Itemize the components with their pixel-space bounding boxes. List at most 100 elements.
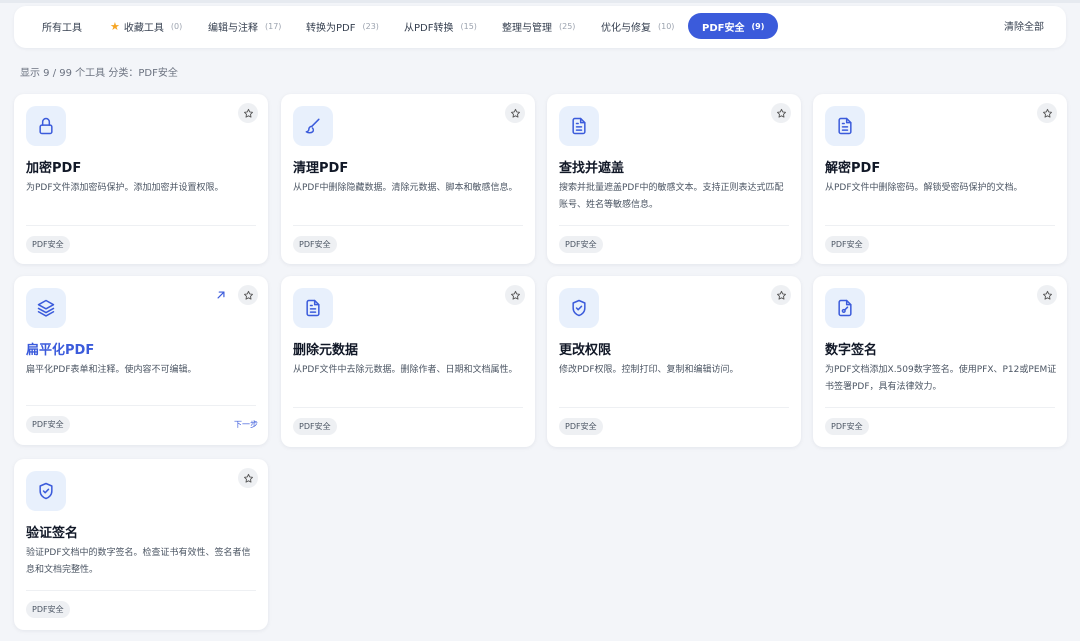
filter-count: (0) [170,21,183,31]
tool-description: 为PDF文件添加密码保护。添加加密并设置权限。 [26,183,224,193]
tool-card-remove-metadata[interactable]: 删除元数据 从PDF文件中去除元数据。删除作者、日期和文档属性。 PDF安全 [281,276,535,447]
filter-convert-to-pdf[interactable]: 转换为PDF (23) [292,13,393,39]
card-divider [26,225,256,226]
filter-count: (17) [265,21,282,31]
card-divider [825,225,1055,226]
tool-title: 数字签名 [825,343,878,358]
category-tag: PDF安全 [293,236,337,253]
tool-card-flatten-pdf[interactable]: 扁平化PDF 扁平化PDF表单和注释。使内容不可编辑。 PDF安全 下一步 [14,276,268,445]
filter-label: 所有工具 [42,22,82,34]
star-icon [776,290,786,300]
clear-all-button[interactable]: 清除全部 [1004,18,1044,33]
tool-card-sanitize-pdf[interactable]: 清理PDF 从PDF中删除隐藏数据。清除元数据、脚本和敏感信息。 PDF安全 [281,94,535,264]
next-step-link[interactable]: 下一步 [234,416,258,433]
results-summary: 显示 9 / 99 个工具 分类：PDF安全 [20,68,178,79]
arrow-up-right-icon[interactable] [214,288,228,302]
document-icon [825,106,865,146]
favorite-star-button[interactable] [771,285,791,305]
filter-label: 优化与修复 [601,22,651,34]
tool-title: 验证签名 [26,526,79,541]
tool-description: 修改PDF权限。控制打印、复制和编辑访问。 [559,365,739,375]
star-filled-icon: ★ [110,19,120,33]
brush-icon [293,106,333,146]
category-tag: PDF安全 [825,236,869,253]
shield-check-icon [559,288,599,328]
tool-title: 查找并遮盖 [559,161,625,176]
category-filter-bar: 所有工具 ★ 收藏工具 (0) 编辑与注释 (17) 转换为PDF (23) 从… [14,6,1066,48]
category-tag: PDF安全 [293,418,337,435]
tool-description: 从PDF文件中删除密码。解锁受密码保护的文档。 [825,183,1023,193]
filter-count: (23) [362,21,379,31]
star-icon [1042,290,1052,300]
tool-description: 扁平化PDF表单和注释。使内容不可编辑。 [26,365,197,375]
tool-title: 扁平化PDF [26,343,95,358]
category-tag: PDF安全 [559,236,603,253]
filter-convert-from-pdf[interactable]: 从PDF转换 (15) [390,13,491,39]
filter-count: (15) [460,21,477,31]
tool-card-verify-signature[interactable]: 验证签名 验证PDF文档中的数字签名。检查证书有效性、签名者信息和文档完整性。 … [14,459,268,630]
category-tag: PDF安全 [26,236,70,253]
favorite-star-button[interactable] [505,103,525,123]
top-border [0,0,1080,3]
filter-all-tools[interactable]: 所有工具 [28,13,96,39]
star-icon [510,108,520,118]
filter-label: 编辑与注释 [208,22,258,34]
card-divider [26,405,256,406]
lock-icon [26,106,66,146]
filter-count: (25) [559,21,576,31]
tool-card-digital-signature[interactable]: 数字签名 为PDF文档添加X.509数字签名。使用PFX、P12或PEM证书签署… [813,276,1067,447]
favorite-star-button[interactable] [505,285,525,305]
star-icon [243,473,253,483]
favorite-star-button[interactable] [238,468,258,488]
category-tag: PDF安全 [559,418,603,435]
favorite-star-button[interactable] [238,285,258,305]
favorite-star-button[interactable] [1037,285,1057,305]
star-icon [243,108,253,118]
filter-count: (10) [658,21,675,31]
tool-description: 从PDF中删除隐藏数据。清除元数据、脚本和敏感信息。 [293,183,518,193]
favorite-star-button[interactable] [238,103,258,123]
signature-file-icon [825,288,865,328]
card-divider [559,225,789,226]
tool-description: 为PDF文档添加X.509数字签名。使用PFX、P12或PEM证书签署PDF，具… [825,365,1057,392]
tool-description: 验证PDF文档中的数字签名。检查证书有效性、签名者信息和文档完整性。 [26,548,251,575]
star-icon [243,290,253,300]
card-divider [559,407,789,408]
filter-organize-manage[interactable]: 整理与管理 (25) [488,13,589,39]
filter-favorites[interactable]: ★ 收藏工具 (0) [96,13,196,39]
filter-label: 转换为PDF [306,22,356,34]
tool-description: 搜索并批量遮盖PDF中的敏感文本。支持正则表达式匹配账号、姓名等敏感信息。 [559,183,784,210]
card-divider [26,590,256,591]
tool-card-find-redact[interactable]: 查找并遮盖 搜索并批量遮盖PDF中的敏感文本。支持正则表达式匹配账号、姓名等敏感… [547,94,801,264]
tool-description: 从PDF文件中去除元数据。删除作者、日期和文档属性。 [293,365,518,375]
filter-pdf-security[interactable]: PDF安全 (9) [688,13,779,39]
card-divider [293,225,523,226]
tool-title: 更改权限 [559,343,612,358]
tool-title: 删除元数据 [293,343,359,358]
favorite-star-button[interactable] [1037,103,1057,123]
document-icon [293,288,333,328]
tool-card-change-permissions[interactable]: 更改权限 修改PDF权限。控制打印、复制和编辑访问。 PDF安全 [547,276,801,447]
tool-card-encrypt-pdf[interactable]: 加密PDF 为PDF文件添加密码保护。添加加密并设置权限。 PDF安全 [14,94,268,264]
star-icon [1042,108,1052,118]
favorite-star-button[interactable] [771,103,791,123]
document-icon [559,106,599,146]
filter-optimize-repair[interactable]: 优化与修复 (10) [587,13,688,39]
card-divider [293,407,523,408]
filter-label: PDF安全 [702,22,745,34]
shield-check-icon [26,471,66,511]
star-icon [510,290,520,300]
filter-label: 整理与管理 [502,22,552,34]
filter-label: 收藏工具 [123,22,164,34]
tool-title: 解密PDF [825,161,881,176]
card-divider [825,407,1055,408]
category-tag: PDF安全 [26,601,70,618]
filter-edit-annotate[interactable]: 编辑与注释 (17) [194,13,295,39]
tool-card-decrypt-pdf[interactable]: 解密PDF 从PDF文件中删除密码。解锁受密码保护的文档。 PDF安全 [813,94,1067,264]
filter-label: 从PDF转换 [404,22,454,34]
category-tag: PDF安全 [825,418,869,435]
tool-title: 清理PDF [293,161,349,176]
layers-icon [26,288,66,328]
star-icon [776,108,786,118]
category-tag: PDF安全 [26,416,70,433]
